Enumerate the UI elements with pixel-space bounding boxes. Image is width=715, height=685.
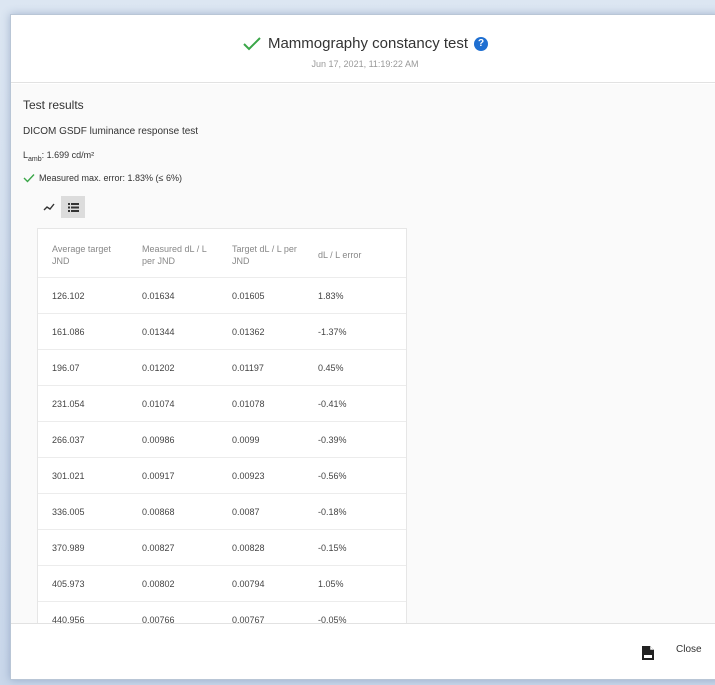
table-cell: 301.021 (38, 457, 128, 494)
table-cell: 196.07 (38, 349, 128, 386)
table-cell: 0.00828 (218, 529, 304, 566)
table-cell: 0.00923 (218, 457, 304, 494)
table-cell: 0.45% (304, 349, 406, 386)
dialog-title: Mammography constancy test (267, 35, 469, 52)
measured-error: Measured max. error: 1.83% (≤ 6%) (23, 173, 182, 183)
table-cell: 0.00868 (128, 493, 218, 530)
table-cell: 0.0099 (218, 421, 304, 458)
table-row: 231.054 0.01074 0.01078 -0.41% (38, 385, 406, 422)
table-cell: 1.05% (304, 565, 406, 602)
test-name: DICOM GSDF luminance response test (23, 126, 199, 137)
column-header: Target dL / L per JND (232, 244, 297, 266)
table-cell: 0.00767 (218, 601, 304, 623)
table-cell: -0.39% (304, 421, 406, 458)
table-cell: 0.00766 (128, 601, 218, 623)
table-cell: 0.01362 (218, 313, 304, 350)
results-table: Average target JND Measured dL / L per J… (38, 229, 406, 623)
table-row: 266.037 0.00986 0.0099 -0.39% (38, 421, 406, 458)
table-cell: -0.15% (304, 529, 406, 566)
table-cell: 0.00802 (128, 565, 218, 602)
list-icon (67, 202, 79, 212)
lamb-sub: amb (28, 155, 42, 163)
view-toggle (37, 196, 85, 218)
pdf-file-icon[interactable] (642, 646, 654, 660)
chart-view-button[interactable] (37, 196, 61, 218)
table-cell: 0.01605 (218, 277, 304, 314)
table-row: 301.021 0.00917 0.00923 -0.56% (38, 457, 406, 494)
list-view-button[interactable] (61, 196, 85, 218)
table-cell: 440.956 (38, 601, 128, 623)
table-body: 126.102 0.01634 0.01605 1.83% 161.086 0.01344… (38, 277, 406, 623)
section-title: Test results (23, 98, 84, 112)
table-cell: 336.005 (38, 493, 128, 530)
table-row: 440.956 0.00766 0.00767 -0.05% (38, 601, 406, 623)
table-cell: -1.37% (304, 313, 406, 350)
table-cell: 0.00794 (218, 565, 304, 602)
table-cell: -0.41% (304, 385, 406, 422)
column-header: Average target JND (52, 244, 111, 266)
table-header-row: Average target JND Measured dL / L per J… (38, 229, 406, 278)
dialog-body[interactable]: Test results DICOM GSDF luminance respon… (11, 84, 715, 623)
chart-line-icon (43, 203, 55, 211)
title-row: Mammography constancy test ? (11, 35, 715, 52)
results-table-container: Average target JND Measured dL / L per J… (37, 228, 407, 623)
table-cell: 0.00827 (128, 529, 218, 566)
dialog-header: Mammography constancy test ? Jun 17, 202… (11, 15, 715, 83)
table-cell: 0.01078 (218, 385, 304, 422)
table-cell: 0.00917 (128, 457, 218, 494)
table-cell: 266.037 (38, 421, 128, 458)
timestamp: Jun 17, 2021, 11:19:22 AM (311, 59, 419, 69)
check-icon (243, 36, 261, 50)
table-row: 370.989 0.00827 0.00828 -0.15% (38, 529, 406, 566)
table-row: 126.102 0.01634 0.01605 1.83% (38, 277, 406, 314)
table-cell: 0.01344 (128, 313, 218, 350)
lamb-value: : 1.699 cd/m² (41, 150, 95, 160)
table-cell: 231.054 (38, 385, 128, 422)
table-row: 161.086 0.01344 0.01362 -1.37% (38, 313, 406, 350)
dialog-footer: Close (11, 623, 715, 679)
table-row: 405.973 0.00802 0.00794 1.05% (38, 565, 406, 602)
table-cell: 1.83% (304, 277, 406, 314)
table-cell: 161.086 (38, 313, 128, 350)
help-icon[interactable]: ? (474, 36, 489, 51)
column-header: dL / L error (318, 250, 362, 260)
close-button[interactable]: Close (676, 644, 702, 655)
table-cell: 0.01074 (128, 385, 218, 422)
table-cell: 0.0087 (218, 493, 304, 530)
table-row: 196.07 0.01202 0.01197 0.45% (38, 349, 406, 386)
table-cell: 0.01197 (218, 349, 304, 386)
table-cell: 0.00986 (128, 421, 218, 458)
table-cell: -0.56% (304, 457, 406, 494)
table-cell: 370.989 (38, 529, 128, 566)
table-cell: 405.973 (38, 565, 128, 602)
ambient-luminance: Lamb: 1.699 cd/m² (23, 150, 94, 163)
table-cell: 0.01202 (128, 349, 218, 386)
table-cell: 126.102 (38, 277, 128, 314)
check-small-icon (23, 174, 35, 183)
table-row: 336.005 0.00868 0.0087 -0.18% (38, 493, 406, 530)
test-result-dialog: Mammography constancy test ? Jun 17, 202… (10, 14, 715, 680)
measured-error-text: Measured max. error: 1.83% (≤ 6%) (39, 173, 182, 183)
table-cell: -0.18% (304, 493, 406, 530)
table-cell: 0.01634 (128, 277, 218, 314)
column-header: Measured dL / L per JND (142, 244, 207, 266)
table-cell: -0.05% (304, 601, 406, 623)
